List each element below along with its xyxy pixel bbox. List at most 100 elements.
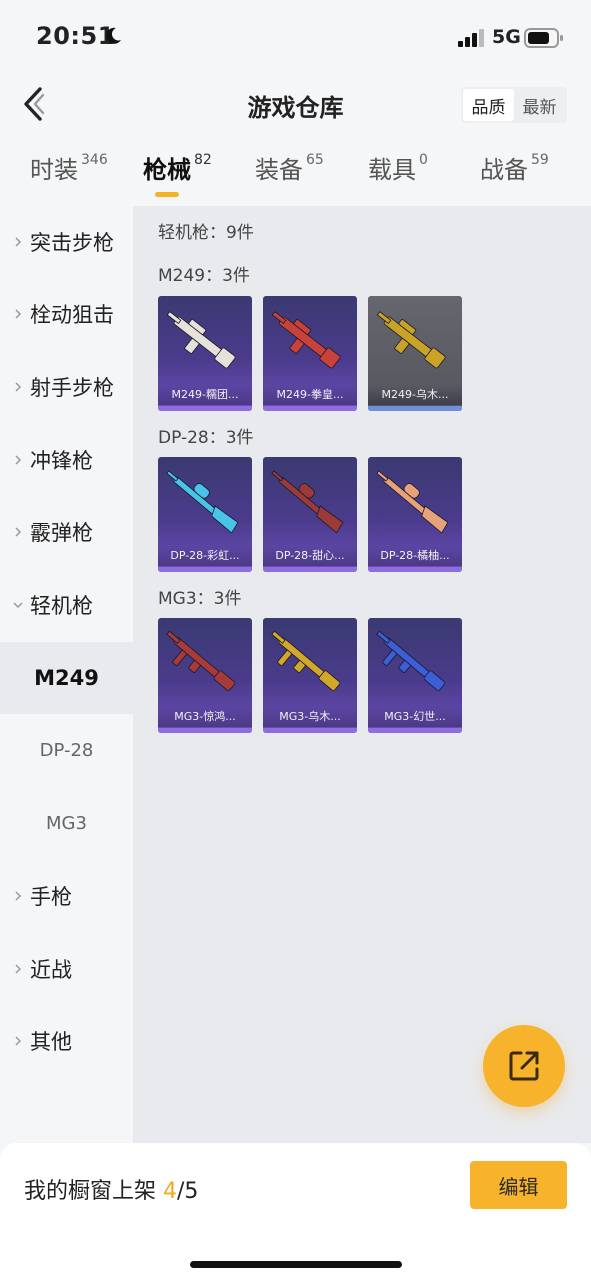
sort-latest-button[interactable]: 最新	[514, 89, 565, 121]
showcase-label: 我的橱窗上架	[24, 1179, 157, 1204]
share-external-icon	[509, 1051, 539, 1081]
tab-supplies[interactable]: 战备 59	[480, 150, 549, 202]
weapon-card-caption: DP-28-橘柚...	[368, 546, 462, 566]
chevron-down-icon	[13, 602, 23, 609]
quality-bar	[158, 406, 252, 411]
sidebar-subitem-m249[interactable]: M249	[0, 642, 133, 714]
weapon-skin-image	[166, 311, 236, 369]
network-label: 5G	[492, 26, 521, 48]
chevron-right-icon	[15, 1036, 22, 1046]
tab-count: 59	[531, 152, 549, 168]
weapon-card[interactable]: DP-28-橘柚...	[368, 457, 462, 572]
sidebar-item-label: 射手步枪	[30, 376, 114, 400]
tab-label: 装备	[255, 156, 303, 184]
weapon-card[interactable]: MG3-乌木...	[263, 618, 357, 733]
sidebar-item-melee[interactable]: 近战	[0, 933, 133, 1005]
edit-button[interactable]: 编辑	[470, 1161, 567, 1209]
weapon-skin-image	[271, 470, 344, 534]
sidebar-item-label: 轻机枪	[30, 594, 93, 618]
tab-equipment[interactable]: 装备 65	[255, 150, 324, 202]
sidebar-item-shotgun[interactable]: 霰弹枪	[0, 496, 133, 568]
quality-bar	[263, 728, 357, 733]
sidebar-subitem-label: MG3	[46, 812, 87, 834]
sidebar: 突击步枪 栓动狙击 射手步枪 冲锋枪 霰弹枪 轻机枪 M249 DP-28 MG…	[0, 206, 133, 1143]
chevron-right-icon	[15, 455, 22, 465]
sidebar-subitem-dp28[interactable]: DP-28	[0, 714, 133, 786]
status-bar: 20:51 5G	[0, 0, 591, 72]
showcase-status: 我的橱窗上架 4/5	[24, 1173, 198, 1205]
showcase-total-count: /5	[177, 1179, 199, 1204]
category-summary: 轻机枪：9件	[158, 223, 254, 243]
signal-icon	[458, 29, 484, 47]
tab-label: 战备	[480, 156, 528, 184]
category-tabs: 时装 346 枪械 82 装备 65 载具 0 战备 59	[0, 150, 591, 206]
showcase-current-count: 4	[163, 1179, 178, 1204]
sidebar-subitem-mg3[interactable]: MG3	[0, 787, 133, 859]
sidebar-subitem-label: DP-28	[39, 739, 94, 761]
weapon-skin-image	[166, 470, 239, 534]
chevron-right-icon	[15, 309, 22, 319]
weapon-card-caption: M249-糯团...	[158, 385, 252, 405]
sidebar-item-label: 霰弹枪	[30, 521, 93, 545]
quality-bar	[368, 567, 462, 572]
section-title: MG3：3件	[158, 589, 242, 609]
quality-bar	[158, 728, 252, 733]
sidebar-item-label: 其他	[30, 1030, 72, 1054]
weapon-skin-image	[376, 630, 446, 691]
sidebar-item-label: 冲锋枪	[30, 449, 93, 473]
sidebar-subitem-label: M249	[34, 666, 99, 690]
sidebar-item-assault-rifle[interactable]: 突击步枪	[0, 206, 133, 278]
sidebar-item-pistol[interactable]: 手枪	[0, 860, 133, 932]
moon-icon	[106, 27, 121, 44]
tab-count: 65	[306, 152, 324, 168]
weapon-card[interactable]: M249-拳皇...	[263, 296, 357, 411]
item-grid-panel: 轻机枪：9件 M249：3件 M249-糯团... M249-拳皇... M24…	[133, 206, 591, 1143]
tab-fashion[interactable]: 时装 346	[30, 150, 108, 202]
sidebar-item-other[interactable]: 其他	[0, 1005, 133, 1077]
sidebar-item-lmg[interactable]: 轻机枪	[0, 569, 133, 641]
chevron-right-icon	[15, 237, 22, 247]
tab-label: 时装	[30, 156, 78, 184]
sidebar-item-label: 突击步枪	[30, 231, 114, 255]
weapon-card[interactable]: DP-28-彩虹...	[158, 457, 252, 572]
tab-vehicles[interactable]: 载具 0	[368, 150, 428, 202]
chevron-right-icon	[15, 891, 22, 901]
active-tab-indicator	[155, 192, 179, 197]
bottom-bar: 我的橱窗上架 4/5 编辑	[0, 1143, 591, 1280]
screen: 20:51 5G 游戏仓库 品质 最新 时装 346 枪械 82 装备 65 载…	[0, 0, 591, 1280]
weapon-card[interactable]: M249-乌木...	[368, 296, 462, 411]
quality-bar	[368, 728, 462, 733]
weapon-card[interactable]: MG3-惊鸿...	[158, 618, 252, 733]
sort-quality-button[interactable]: 品质	[463, 89, 514, 121]
tab-count: 0	[419, 152, 428, 168]
weapon-skin-image	[271, 630, 341, 691]
section-title: M249：3件	[158, 266, 250, 286]
weapon-card-caption: MG3-乌木...	[263, 707, 357, 727]
weapon-skin-image	[271, 311, 341, 369]
weapon-card-caption: M249-拳皇...	[263, 385, 357, 405]
tab-count: 82	[194, 152, 212, 168]
share-fab-button[interactable]	[483, 1025, 565, 1107]
tab-label: 枪械	[143, 156, 191, 184]
sidebar-item-bolt-sniper[interactable]: 栓动狙击	[0, 278, 133, 350]
weapon-card[interactable]: M249-糯团...	[158, 296, 252, 411]
sort-toggle: 品质 最新	[461, 87, 567, 123]
sidebar-item-label: 手枪	[30, 885, 72, 909]
weapon-card-caption: DP-28-甜心...	[263, 546, 357, 566]
weapon-card-caption: MG3-惊鸿...	[158, 707, 252, 727]
quality-bar	[368, 406, 462, 411]
weapon-card-caption: M249-乌木...	[368, 385, 462, 405]
weapon-skin-image	[166, 630, 236, 691]
quality-bar	[263, 567, 357, 572]
weapon-card[interactable]: DP-28-甜心...	[263, 457, 357, 572]
sidebar-item-smg[interactable]: 冲锋枪	[0, 424, 133, 496]
sidebar-item-label: 近战	[30, 958, 72, 982]
weapon-card-caption: DP-28-彩虹...	[158, 546, 252, 566]
weapon-card[interactable]: MG3-幻世...	[368, 618, 462, 733]
quality-bar	[263, 406, 357, 411]
sidebar-item-marksman-rifle[interactable]: 射手步枪	[0, 351, 133, 423]
chevron-right-icon	[15, 527, 22, 537]
quality-bar	[158, 567, 252, 572]
weapon-skin-image	[376, 470, 449, 534]
chevron-right-icon	[15, 382, 22, 392]
